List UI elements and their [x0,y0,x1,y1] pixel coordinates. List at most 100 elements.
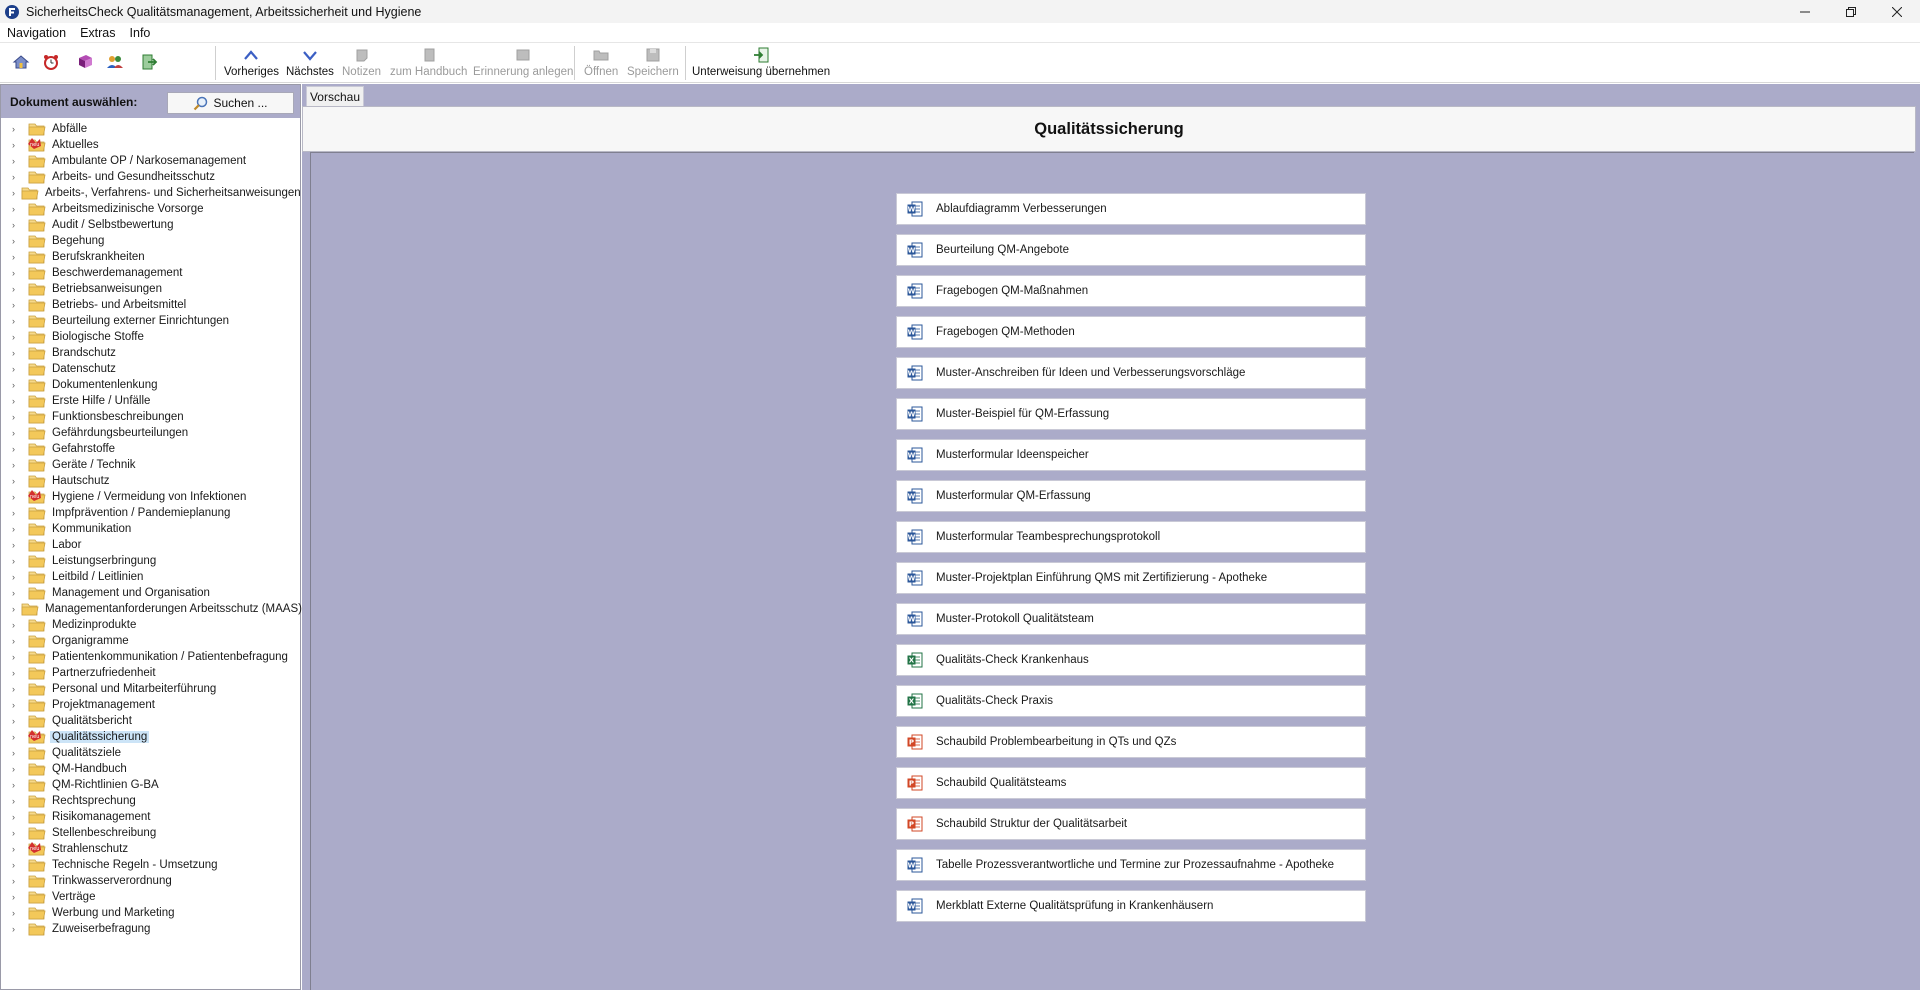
chevron-right-icon[interactable]: › [12,348,22,358]
document-item[interactable]: W Musterformular Teambesprechungsprotokol… [896,521,1366,553]
tree-item[interactable]: › Dokumentenlenkung [1,377,300,393]
tree-item[interactable]: › Stellenbeschreibung [1,825,300,841]
document-item[interactable]: X Qualitäts-Check Krankenhaus [896,644,1366,676]
tree-item[interactable]: › Managementanforderungen Arbeitsschutz (… [1,601,302,617]
tree-item[interactable]: › Leistungserbringung [1,553,300,569]
chevron-right-icon[interactable]: › [12,476,22,486]
save-button[interactable]: Speichern [627,45,679,81]
users-icon[interactable] [106,53,124,71]
document-item[interactable]: W Ablaufdiagramm Verbesserungen [896,193,1366,225]
tree-item[interactable]: › Management und Organisation [1,585,300,601]
tree-item[interactable]: › Beurteilung externer Einrichtungen [1,313,300,329]
tree-item[interactable]: › neu Hygiene / Vermeidung von Infektionen [1,489,300,505]
tab-preview[interactable]: Vorschau [306,86,364,106]
document-item[interactable]: W Muster-Protokoll Qualitätsteam [896,603,1366,635]
chevron-right-icon[interactable]: › [12,828,22,838]
chevron-right-icon[interactable]: › [12,716,22,726]
chevron-right-icon[interactable]: › [12,588,22,598]
document-item[interactable]: P Schaubild Problembearbeitung in QTs und… [896,726,1366,758]
document-item[interactable]: W Muster-Anschreiben für Ideen und Verbes… [896,357,1366,389]
tree-item[interactable]: › Abfälle [1,121,300,137]
handbook-button[interactable]: zum Handbuch [390,45,467,81]
chevron-right-icon[interactable]: › [12,572,22,582]
tree-item[interactable]: › neu Strahlenschutz [1,841,300,857]
chevron-right-icon[interactable]: › [12,844,22,854]
chevron-right-icon[interactable]: › [12,124,22,134]
chevron-right-icon[interactable]: › [12,316,22,326]
tree-item[interactable]: › Datenschutz [1,361,300,377]
tree-item[interactable]: › Projektmanagement [1,697,300,713]
tree-item[interactable]: › QM-Handbuch [1,761,300,777]
open-button[interactable]: Öffnen [584,45,618,81]
tree-item[interactable]: › Werbung und Marketing [1,905,300,921]
chevron-right-icon[interactable]: › [12,652,22,662]
tree-item[interactable]: › Rechtsprechung [1,793,300,809]
chevron-right-icon[interactable]: › [12,780,22,790]
chevron-right-icon[interactable]: › [12,812,22,822]
tree-item[interactable]: › Betriebs- und Arbeitsmittel [1,297,300,313]
tree-item[interactable]: › neu Qualitätssicherung [1,729,300,745]
tree-item[interactable]: › Personal und Mitarbeiterführung [1,681,300,697]
chevron-right-icon[interactable]: › [12,188,15,198]
document-item[interactable]: W Tabelle Prozessverantwortliche und Term… [896,849,1366,881]
chevron-right-icon[interactable]: › [12,428,22,438]
alarm-clock-icon[interactable] [42,53,60,71]
document-item[interactable]: W Muster-Beispiel für QM-Erfassung [896,398,1366,430]
next-button[interactable]: Nächstes [286,45,334,81]
chevron-right-icon[interactable]: › [12,700,22,710]
tree-item[interactable]: › Gefahrstoffe [1,441,300,457]
tree-item[interactable]: › Medizinprodukte [1,617,300,633]
tree-item[interactable]: › Partnerzufriedenheit [1,665,300,681]
tree-item[interactable]: › Erste Hilfe / Unfälle [1,393,300,409]
chevron-right-icon[interactable]: › [12,140,22,150]
tree-item[interactable]: › Beschwerdemanagement [1,265,300,281]
tree-item[interactable]: › Arbeits-, Verfahrens- und Sicherheitsan… [1,185,301,201]
tree-item[interactable]: › neu Aktuelles [1,137,300,153]
chevron-right-icon[interactable]: › [12,284,22,294]
minimize-icon[interactable] [1782,0,1828,23]
chevron-right-icon[interactable]: › [12,876,22,886]
tree-item[interactable]: › Biologische Stoffe [1,329,300,345]
tree-item[interactable]: › Funktionsbeschreibungen [1,409,300,425]
chevron-right-icon[interactable]: › [12,924,22,934]
notes-button[interactable]: Notizen [342,45,381,81]
document-item[interactable]: W Beurteilung QM-Angebote [896,234,1366,266]
chevron-right-icon[interactable]: › [12,764,22,774]
chevron-right-icon[interactable]: › [12,508,22,518]
chevron-right-icon[interactable]: › [12,156,22,166]
tree-item[interactable]: › Risikomanagement [1,809,300,825]
tree-item[interactable]: › Leitbild / Leitlinien [1,569,300,585]
restore-icon[interactable] [1828,0,1874,23]
tree-item[interactable]: › Betriebsanweisungen [1,281,300,297]
chevron-right-icon[interactable]: › [12,860,22,870]
menu-extras[interactable]: Extras [73,26,122,40]
chevron-right-icon[interactable]: › [12,892,22,902]
chevron-right-icon[interactable]: › [12,204,22,214]
chevron-right-icon[interactable]: › [12,412,22,422]
chevron-right-icon[interactable]: › [12,748,22,758]
chevron-right-icon[interactable]: › [12,636,22,646]
tree-item[interactable]: › Organigramme [1,633,300,649]
tree-item[interactable]: › QM-Richtlinien G-BA [1,777,300,793]
tree-item[interactable]: › Kommunikation [1,521,300,537]
close-icon[interactable] [1874,0,1920,23]
chevron-right-icon[interactable]: › [12,364,22,374]
tree-item[interactable]: › Hautschutz [1,473,300,489]
tree-item[interactable]: › Ambulante OP / Narkosemanagement [1,153,300,169]
document-item[interactable]: W Merkblatt Externe Qualitätsprüfung in K… [896,890,1366,922]
book-icon[interactable] [76,53,94,71]
chevron-right-icon[interactable]: › [12,268,22,278]
chevron-right-icon[interactable]: › [12,796,22,806]
chevron-right-icon[interactable]: › [12,524,22,534]
document-item[interactable]: W Fragebogen QM-Maßnahmen [896,275,1366,307]
tree-item[interactable]: › Brandschutz [1,345,300,361]
chevron-right-icon[interactable]: › [12,252,22,262]
chevron-right-icon[interactable]: › [12,332,22,342]
chevron-right-icon[interactable]: › [12,396,22,406]
chevron-right-icon[interactable]: › [12,620,22,630]
chevron-right-icon[interactable]: › [12,668,22,678]
tree-item[interactable]: › Geräte / Technik [1,457,300,473]
tree-item[interactable]: › Labor [1,537,300,553]
chevron-right-icon[interactable]: › [12,492,22,502]
chevron-right-icon[interactable]: › [12,908,22,918]
